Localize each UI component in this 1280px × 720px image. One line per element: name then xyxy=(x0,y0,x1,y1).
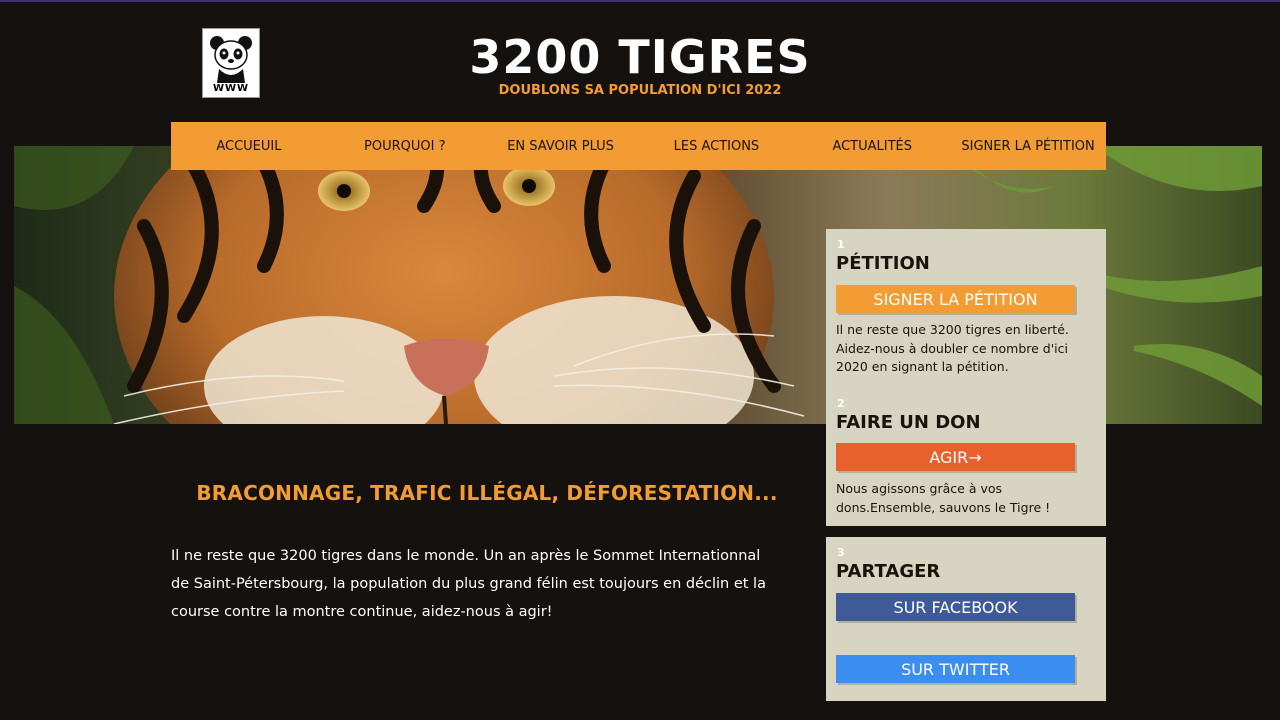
petition-donate-panel: 1 PÉTITION SIGNER LA PÉTITION Il ne rest… xyxy=(826,229,1106,526)
donate-button[interactable]: AGIR→ xyxy=(836,443,1075,471)
step-number: 1 xyxy=(837,238,845,251)
nav-item-pourquoi[interactable]: POURQUOI ? xyxy=(327,122,483,170)
nav-item-les-actions[interactable]: LES ACTIONS xyxy=(638,122,794,170)
intro-paragraph: Il ne reste que 3200 tigres dans le mond… xyxy=(171,548,766,620)
petition-title: PÉTITION xyxy=(836,253,930,274)
main-headline: BRACONNAGE, TRAFIC ILLÉGAL, DÉFORESTATIO… xyxy=(196,481,778,505)
main-nav: ACCUEUIL POURQUOI ? EN SAVOIR PLUS LES A… xyxy=(171,122,1106,170)
step-number: 3 xyxy=(837,546,845,559)
petition-text: Il ne reste que 3200 tigres en liberté. … xyxy=(836,322,1069,374)
nav-item-signer-petition[interactable]: SIGNER LA PÉTITION xyxy=(950,122,1106,170)
nav-item-actualites[interactable]: ACTUALITÉS xyxy=(794,122,950,170)
share-panel: 3 PARTAGER SUR FACEBOOK SUR TWITTER xyxy=(826,537,1106,701)
step-number: 2 xyxy=(837,397,845,410)
donate-text: Nous agissons grâce à vos dons.Ensemble,… xyxy=(836,481,1051,515)
share-facebook-button[interactable]: SUR FACEBOOK xyxy=(836,593,1075,621)
donate-title: FAIRE UN DON xyxy=(836,412,981,433)
sign-petition-button[interactable]: SIGNER LA PÉTITION xyxy=(836,285,1075,313)
share-twitter-button[interactable]: SUR TWITTER xyxy=(836,655,1075,683)
nav-item-en-savoir-plus[interactable]: EN SAVOIR PLUS xyxy=(483,122,639,170)
share-title: PARTAGER xyxy=(836,561,941,582)
site-subtitle: DOUBLONS SA POPULATION D'ICI 2022 xyxy=(498,83,782,98)
top-border xyxy=(0,0,1280,2)
site-title: 3200 TIGRES xyxy=(469,30,811,84)
nav-item-accueil[interactable]: ACCUEUIL xyxy=(171,122,327,170)
